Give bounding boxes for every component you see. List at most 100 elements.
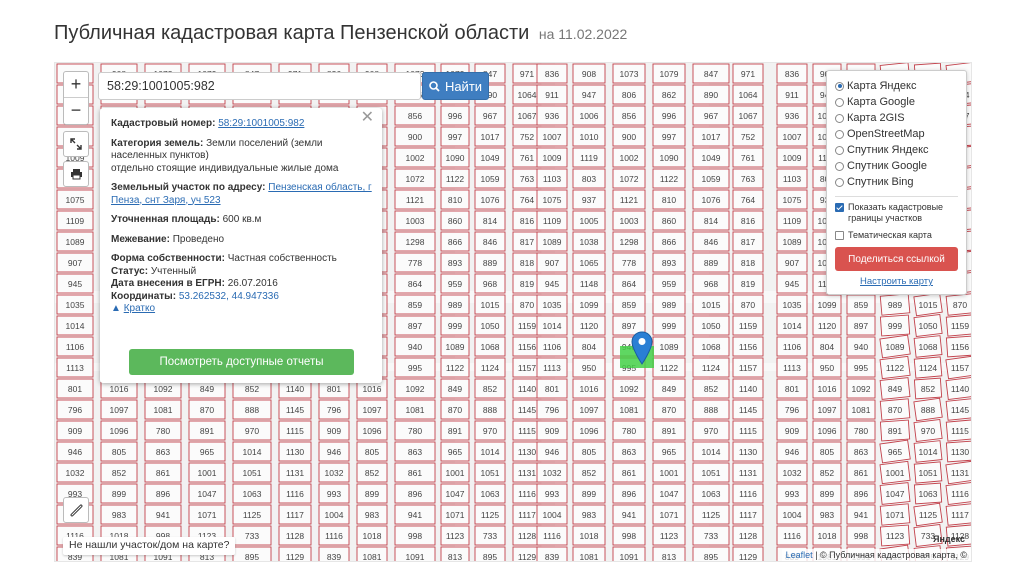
parcel-number: 1059 <box>481 174 500 184</box>
parcel-number: 1004 <box>783 510 802 520</box>
parcel-number: 1097 <box>363 405 382 415</box>
parcel-number: 1018 <box>580 531 599 541</box>
parcel-number: 1109 <box>543 216 562 226</box>
print-button[interactable] <box>63 161 89 187</box>
parcel-number: 1140 <box>286 384 305 394</box>
parcel-number: 849 <box>662 384 676 394</box>
parcel-number: 997 <box>448 132 462 142</box>
show-borders-label: Показать кадастровые границы участков <box>848 202 944 223</box>
parcel-number: 1003 <box>620 216 639 226</box>
cadastral-map[interactable]: 836 911 936 1007 1009 1103 1075 1109 1089 907 945 1… <box>54 62 972 562</box>
layer-option[interactable]: Карта Google <box>835 94 958 110</box>
parcel-number: 814 <box>704 216 718 226</box>
parcel-number: 862 <box>662 90 676 100</box>
parcel-number: 937 <box>582 195 596 205</box>
layer-option[interactable]: Карта 2GIS <box>835 110 958 126</box>
parcel-number: 895 <box>483 552 497 562</box>
parcel-number: 1106 <box>783 342 802 352</box>
parcel-number: 1116 <box>951 489 969 499</box>
fullscreen-button[interactable] <box>63 131 89 157</box>
parcel-number: 1014 <box>919 447 938 457</box>
parcel-number: 950 <box>820 363 834 373</box>
layer-radio[interactable] <box>835 81 844 91</box>
parcel-number: 761 <box>741 153 755 163</box>
parcel-number: 856 <box>408 111 422 121</box>
cad-number-link[interactable]: 58:29:1001005:982 <box>218 118 304 129</box>
parcel-number: 870 <box>520 300 534 310</box>
parcel-number: 998 <box>408 531 422 541</box>
search-button[interactable]: Найти <box>422 72 489 100</box>
parcel-number: 1032 <box>325 468 344 478</box>
parcel-number: 1076 <box>481 195 500 205</box>
parcel-number: 893 <box>448 258 462 268</box>
parcel-number: 1096 <box>363 426 382 436</box>
parcel-number: 900 <box>622 132 636 142</box>
parcel-number: 852 <box>365 468 379 478</box>
thematic-checkbox[interactable] <box>835 231 844 240</box>
layer-option[interactable]: Спутник Яндекс <box>835 142 958 158</box>
search-input[interactable] <box>98 72 421 100</box>
short-toggle[interactable]: ▲ Кратко <box>111 303 372 316</box>
parcel-number: 847 <box>704 69 718 79</box>
parcel-number: 801 <box>68 384 82 394</box>
parcel-number: 1071 <box>886 510 905 520</box>
layer-radio[interactable] <box>835 145 844 155</box>
zoom-out-button[interactable]: − <box>64 98 88 124</box>
parcel-number: 1051 <box>919 468 938 478</box>
parcel-number: 1004 <box>543 510 562 520</box>
parcel-number: 899 <box>365 489 379 499</box>
layer-radio[interactable] <box>835 97 844 107</box>
parcel-number: 1004 <box>325 510 344 520</box>
parcel-number: 1115 <box>951 426 969 436</box>
layer-option[interactable]: OpenStreetMap <box>835 126 958 142</box>
parcel-number: 889 <box>704 258 718 268</box>
parcel-number: 849 <box>448 384 462 394</box>
parcel-number: 764 <box>520 195 534 205</box>
layer-radio[interactable] <box>835 161 844 171</box>
layer-option[interactable]: Спутник Bing <box>835 174 958 190</box>
parcel-number: 907 <box>785 258 799 268</box>
parcel-number: 1068 <box>481 342 500 352</box>
parcel-number: 1067 <box>518 111 537 121</box>
measure-button[interactable] <box>63 497 89 523</box>
layer-radio[interactable] <box>835 113 844 123</box>
parcel-number: 1073 <box>620 69 639 79</box>
parcel-number: 1017 <box>481 132 500 142</box>
parcel-number: 1092 <box>154 384 173 394</box>
parcel-number: 970 <box>704 426 718 436</box>
parcel-number: 813 <box>662 552 676 562</box>
parcel-number: 1097 <box>110 405 129 415</box>
location-marker-icon[interactable] <box>631 331 653 365</box>
layer-radio[interactable] <box>835 129 844 139</box>
show-borders-checkbox[interactable] <box>835 203 844 212</box>
parcel-number: 796 <box>327 405 341 415</box>
layer-radio[interactable] <box>835 177 844 187</box>
parcel-number: 1032 <box>543 468 562 478</box>
parcel-number: 1014 <box>783 321 802 331</box>
parcel-number: 1120 <box>818 321 837 331</box>
show-borders-option[interactable]: Показать кадастровые границы участков <box>835 202 958 224</box>
not-found-button[interactable]: Не нашли участок/дом на карте? <box>63 537 236 555</box>
divider <box>835 196 958 197</box>
parcel-number: 895 <box>245 552 259 562</box>
parcel-number: 1038 <box>580 237 599 247</box>
parcel-number: 1015 <box>481 300 500 310</box>
layer-option[interactable]: Карта Яндекс <box>835 78 958 94</box>
zoom-in-button[interactable]: + <box>64 72 88 98</box>
close-icon[interactable]: ✕ <box>361 110 374 125</box>
parcel-number: 818 <box>520 258 534 268</box>
parcel-number: 888 <box>704 405 718 415</box>
parcel-number: 971 <box>741 69 755 79</box>
view-reports-button[interactable]: Посмотреть доступные отчеты <box>129 349 354 375</box>
parcel-number: 1015 <box>702 300 721 310</box>
parcel-number: 897 <box>408 321 422 331</box>
leaflet-link[interactable]: Leaflet <box>786 550 813 560</box>
thematic-option[interactable]: Тематическая карта <box>835 230 958 241</box>
share-link-button[interactable]: Поделиться ссылкой <box>835 247 958 271</box>
setup-map-link[interactable]: Настроить карту <box>835 276 958 287</box>
parcel-number: 1092 <box>406 384 425 394</box>
parcel-number: 1117 <box>286 510 304 520</box>
parcel-number: 836 <box>545 69 559 79</box>
parcel-number: 1014 <box>66 321 85 331</box>
layer-option[interactable]: Спутник Google <box>835 158 958 174</box>
